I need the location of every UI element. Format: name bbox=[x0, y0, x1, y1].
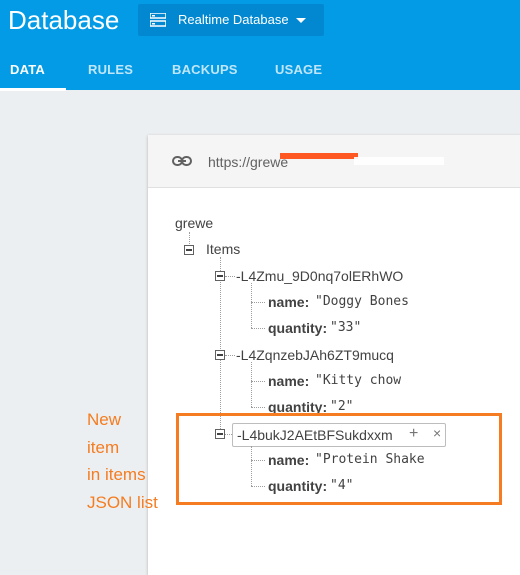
url-bar: https://grewe bbox=[148, 135, 520, 188]
database-url[interactable]: https://grewe bbox=[208, 153, 288, 171]
tree-items-key[interactable]: Items bbox=[206, 241, 240, 257]
tab-rules[interactable]: RULES bbox=[88, 62, 133, 78]
annotation-text-line: in items bbox=[87, 465, 146, 484]
tree-connector bbox=[220, 257, 221, 437]
tree-connector bbox=[251, 328, 265, 329]
redaction-mark bbox=[280, 153, 358, 159]
link-icon[interactable] bbox=[172, 153, 192, 169]
database-icon bbox=[150, 13, 166, 27]
tree-root-key[interactable]: grewe bbox=[175, 215, 213, 231]
database-selector[interactable]: Realtime Database bbox=[138, 4, 324, 36]
chevron-down-icon bbox=[296, 18, 306, 23]
database-selector-label: Realtime Database bbox=[178, 12, 289, 27]
field-value[interactable]: "Kitty chow bbox=[315, 373, 401, 389]
tree-connector bbox=[251, 381, 265, 382]
page-title: Database bbox=[8, 5, 120, 35]
tab-usage[interactable]: USAGE bbox=[275, 62, 322, 78]
annotation-highlight-box bbox=[176, 413, 502, 505]
field-label: name: bbox=[268, 294, 310, 310]
tree-connector bbox=[189, 232, 190, 246]
app-header: Database Realtime Database DATA RULES BA… bbox=[0, 0, 520, 91]
field-label: quantity: bbox=[268, 320, 328, 336]
collapse-icon[interactable] bbox=[215, 350, 225, 360]
tab-data[interactable]: DATA bbox=[10, 62, 45, 78]
annotation-text-line: JSON list bbox=[87, 493, 158, 512]
annotation-text-line: item bbox=[87, 438, 120, 457]
redaction-mark bbox=[354, 157, 444, 165]
annotation-text-line: New bbox=[87, 410, 122, 429]
tree-connector bbox=[225, 355, 235, 356]
tree-entry-key[interactable]: -L4Zmu_9D0nq7olERhWO bbox=[236, 268, 403, 284]
collapse-icon[interactable] bbox=[184, 245, 194, 255]
active-tab-indicator bbox=[0, 88, 66, 91]
field-value[interactable]: "33" bbox=[330, 320, 361, 336]
field-value[interactable]: "Doggy Bones bbox=[315, 294, 409, 310]
tree-connector bbox=[225, 276, 235, 277]
data-card: https://grewe grewe Items -L4Zmu_9D0nq7o… bbox=[148, 135, 520, 575]
collapse-icon[interactable] bbox=[215, 271, 225, 281]
tree-connector bbox=[251, 362, 252, 407]
tree-connector bbox=[251, 407, 265, 408]
tree-entry-key[interactable]: -L4ZqnzebJAh6ZT9mucq bbox=[236, 347, 394, 363]
tab-backups[interactable]: BACKUPS bbox=[172, 62, 238, 78]
field-label: name: bbox=[268, 373, 310, 389]
tree-connector bbox=[251, 283, 252, 328]
tree-connector bbox=[251, 302, 265, 303]
